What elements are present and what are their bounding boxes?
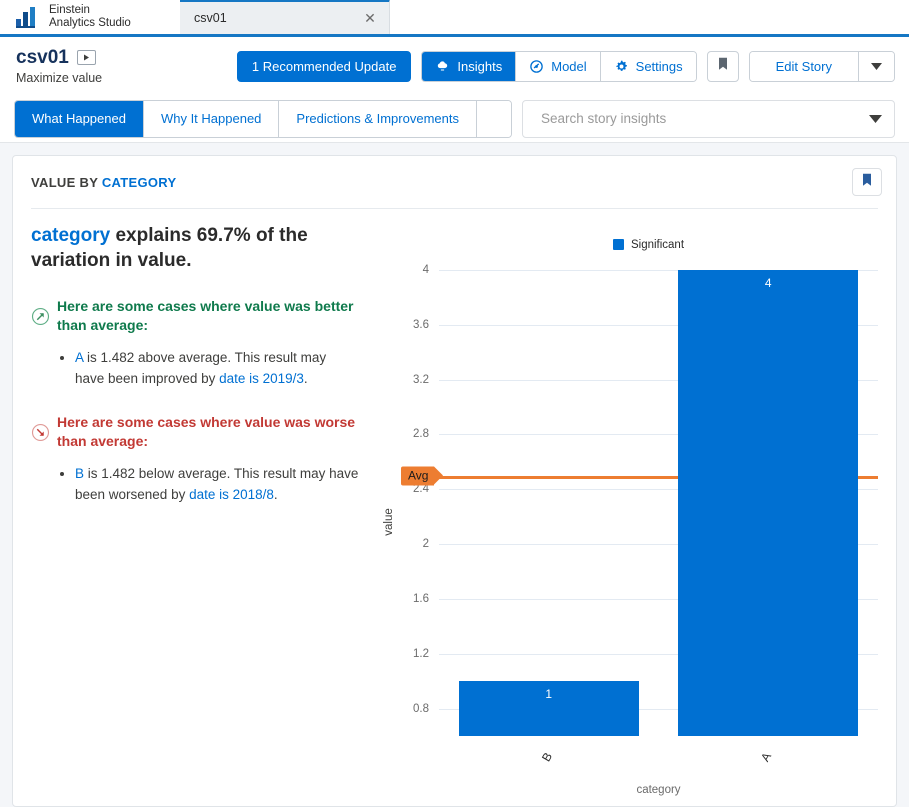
gear-icon [614, 59, 629, 74]
y-axis-tick-label: 2 [422, 538, 429, 551]
bar-value-label: 1 [545, 687, 553, 702]
bullet-tail: . [303, 371, 308, 386]
story-tabs-row: What Happened Why It Happened Prediction… [0, 95, 909, 143]
bookmark-icon [718, 57, 728, 76]
edit-story-group: Edit Story [748, 50, 895, 82]
insight-list-better: A is 1.482 above average. This result ma… [57, 347, 359, 389]
y-axis-ticks: 0.8 1.2 1.6 2 2.4 2.8 3.2 3.6 4 [385, 259, 429, 784]
recommended-update-button[interactable]: 1 Recommended Update [236, 50, 412, 82]
app-brand: Einstein Analytics Studio [0, 0, 180, 34]
bookmark-button[interactable] [706, 50, 739, 82]
bullet-tail: . [273, 487, 278, 502]
browser-tab-title: csv01 [194, 11, 227, 25]
insight-body-better: Here are some cases where value was bett… [57, 297, 359, 389]
card-header: VALUE BY CATEGORY [13, 156, 896, 208]
y-axis-tick-label: 1.6 [413, 592, 429, 605]
y-axis-tick-label: 2.8 [413, 428, 429, 441]
list-item: A is 1.482 above average. This result ma… [75, 347, 359, 389]
insight-card: VALUE BY CATEGORY category explains 69.7… [12, 155, 897, 807]
header-actions: 1 Recommended Update Insights Model Sett… [236, 50, 895, 82]
card-eyebrow-highlight: CATEGORY [101, 174, 177, 190]
y-axis-tick-label: 3.6 [413, 318, 429, 331]
tab-settings[interactable]: Settings [600, 51, 696, 81]
bullet-link[interactable]: date is 2019/3 [219, 371, 304, 386]
model-icon [529, 59, 544, 74]
app-brand-text: Einstein Analytics Studio [49, 4, 131, 30]
bookmark-icon [862, 173, 872, 192]
y-axis-tick-label: 4 [422, 263, 429, 276]
app-header: csv01 Maximize value 1 Recommended Updat… [0, 37, 909, 95]
tab-what-happened[interactable]: What Happened [15, 100, 144, 137]
story-subtitle: Maximize value [16, 70, 103, 85]
tab-predictions-improvements[interactable]: Predictions & Improvements [279, 100, 477, 137]
arrow-down-right-circle-icon [31, 413, 57, 505]
bar-A[interactable]: 4 [678, 269, 859, 736]
story-tab-group: What Happened Why It Happened Prediction… [14, 99, 512, 138]
insight-body-worse: Here are some cases where value was wors… [57, 413, 359, 505]
close-icon[interactable]: ✕ [361, 9, 379, 27]
bar-B[interactable]: 1 [458, 681, 639, 736]
chart-legend: Significant [371, 223, 886, 259]
insight-title-better: Here are some cases where value was bett… [57, 298, 354, 333]
browser-tab-csv01[interactable]: csv01 ✕ [180, 0, 390, 34]
y-axis-tick-label: 2.4 [413, 483, 429, 496]
y-axis-tick-label: 0.8 [413, 702, 429, 715]
x-axis-tick-label: A [758, 750, 775, 764]
legend-swatch [612, 239, 624, 250]
page-body: VALUE BY CATEGORY category explains 69.7… [0, 143, 909, 807]
insight-list-worse: B is 1.482 below average. This result ma… [57, 463, 359, 505]
chevron-down-icon[interactable] [859, 51, 894, 81]
arrow-up-right-circle-icon [31, 297, 57, 389]
tab-model[interactable]: Model [516, 51, 601, 81]
card-body: category explains 69.7% of the variation… [13, 209, 896, 806]
story-title-block: csv01 Maximize value [16, 46, 103, 85]
insight-block-better: Here are some cases where value was bett… [31, 297, 359, 389]
search-input[interactable] [538, 110, 869, 127]
app-brand-line2: Analytics Studio [49, 17, 131, 29]
chart-plot-wrap: value 0.8 1.2 1.6 2 2.4 2.8 3.2 3.6 4 Avg 1B4A [371, 259, 886, 784]
page-title: csv01 [16, 46, 69, 68]
headline: category explains 69.7% of the variation… [31, 223, 359, 273]
tab-list: csv01 ✕ [180, 0, 390, 34]
bar-chart-logo-icon [14, 5, 40, 29]
tab-model-label: Model [551, 58, 587, 74]
tab-insights-label: Insights [457, 58, 503, 74]
x-axis-tick-label: B [538, 750, 555, 764]
chevron-down-icon[interactable] [869, 110, 882, 128]
plot-area: Avg 1B4A [401, 259, 878, 784]
edit-story-button[interactable]: Edit Story [749, 51, 859, 81]
bullet-lead[interactable]: B [75, 466, 84, 481]
chart-column: Significant value 0.8 1.2 1.6 2 2.4 2.8 3.2 3.6… [371, 223, 886, 806]
card-eyebrow-prefix: VALUE BY [31, 174, 102, 190]
app-brand-line1: Einstein [49, 4, 90, 16]
insights-icon [435, 59, 450, 74]
x-axis-title: category [636, 784, 681, 796]
tab-settings-label: Settings [635, 58, 683, 74]
insight-block-worse: Here are some cases where value was wors… [31, 413, 359, 505]
bullet-link[interactable]: date is 2018/8 [189, 487, 274, 502]
tab-overflow-button[interactable] [476, 100, 511, 137]
bar-value-label: 4 [764, 275, 772, 290]
browser-tab-strip: Einstein Analytics Studio csv01 ✕ [0, 0, 909, 37]
story-title-row: csv01 [16, 46, 102, 68]
card-bookmark-button[interactable] [852, 168, 882, 196]
play-icon[interactable] [76, 50, 96, 65]
tab-why-it-happened[interactable]: Why It Happened [143, 100, 280, 137]
list-item: B is 1.482 below average. This result ma… [75, 463, 359, 505]
tab-insights[interactable]: Insights [422, 51, 517, 81]
view-switch-group: Insights Model Settings [421, 50, 697, 82]
search-story-insights[interactable] [521, 99, 895, 138]
y-axis-tick-label: 3.2 [413, 373, 429, 386]
card-eyebrow: VALUE BY CATEGORY [31, 175, 176, 190]
legend-label: Significant [630, 238, 685, 251]
insight-title-worse: Here are some cases where value was wors… [57, 414, 356, 449]
narrative-column: category explains 69.7% of the variation… [31, 223, 371, 806]
headline-highlight: category [31, 225, 111, 246]
y-axis-tick-label: 1.2 [413, 647, 429, 660]
